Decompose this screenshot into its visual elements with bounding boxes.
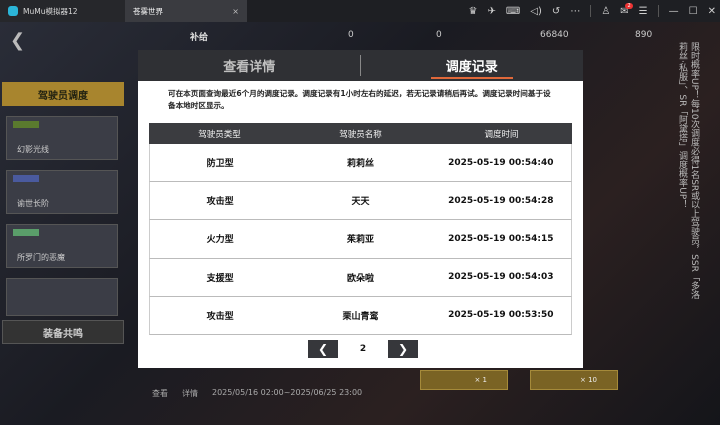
current-page: 2 — [359, 344, 367, 354]
divider — [657, 5, 659, 17]
resource-1: 0 — [348, 30, 354, 40]
table-header: 驾驶员类型 驾驶员名称 调度时间 — [149, 123, 572, 144]
banner-card[interactable] — [6, 278, 118, 316]
back-arrow-icon[interactable]: ❮ — [10, 30, 25, 51]
resource-2: 0 — [436, 30, 442, 40]
header-draw-time: 调度时间 — [484, 129, 519, 140]
crown-icon[interactable]: ♛ — [469, 6, 478, 17]
record-notice: 可在本页面查询最近6个月的调度记录。调度记录有1小时左右的延迟，若无记录请稍后再… — [168, 89, 551, 110]
table-row: 攻击型 天天 2025-05-19 00:54:28 — [149, 182, 572, 221]
close-window-icon[interactable]: ✕ — [708, 6, 716, 17]
tab-mumu-label: MuMu模拟器12 — [23, 6, 78, 16]
table-row: 火力型 茱莉亚 2025-05-19 00:54:15 — [149, 220, 572, 259]
maximize-icon[interactable]: ☐ — [689, 6, 698, 17]
resource-3: 66840 — [540, 30, 569, 40]
notification-badge: 2 — [625, 2, 633, 9]
minimize-icon[interactable]: — — [669, 6, 679, 17]
banner-card[interactable]: 谕世长阶 — [6, 170, 118, 214]
cell-pilot-type: 攻击型 — [206, 311, 234, 322]
single-draw-button[interactable]: × 1 — [420, 370, 508, 390]
cost-10: × 10 — [580, 376, 597, 384]
cell-pilot-name: 欧朵啦 — [346, 273, 374, 284]
cell-draw-time: 2025-05-19 00:54:15 — [448, 233, 554, 244]
detail-button[interactable]: 详情 — [182, 388, 198, 399]
banner-card[interactable]: 所罗门的恶魔 — [6, 224, 118, 268]
user-icon[interactable]: ♙ — [601, 6, 610, 17]
pagination: ❮ 2 ❯ — [308, 340, 418, 358]
banner-card-label: 幻影光线 — [17, 145, 49, 154]
tab-game[interactable]: 苍雾世界 × — [0, 0, 247, 32]
tab-mumu[interactable]: MuMu模拟器12 — [0, 0, 125, 22]
view-button[interactable]: 查看 — [152, 388, 168, 399]
titlebar-controls: ♛ ✈ ⌨ ◁) ↺ ⋯ ♙ ✉ 2 ☰ — ☐ ✕ — [469, 0, 716, 22]
cost-1: × 1 — [474, 376, 487, 384]
cell-draw-time: 2025-05-19 00:54:03 — [448, 272, 554, 283]
rotate-icon[interactable]: ↺ — [552, 6, 560, 17]
cell-pilot-name: 栗山青鸾 — [342, 311, 379, 322]
cell-pilot-name: 天天 — [351, 197, 370, 208]
mumu-logo-icon — [8, 6, 18, 16]
prev-page-button[interactable]: ❮ — [308, 340, 338, 358]
tab-game-label: 苍雾世界 — [133, 6, 163, 16]
emulator-titlebar: MuMu模拟器12 苍雾世界 × ♛ ✈ ⌨ ◁) ↺ ⋯ ♙ ✉ 2 ☰ — ☐… — [0, 0, 720, 32]
cell-pilot-type: 火力型 — [206, 235, 234, 246]
tab-close-icon[interactable]: × — [232, 7, 239, 16]
draw-record-modal: 查看详情 调度记录 可在本页面查询最近6个月的调度记录。调度记录有1小时左右的延… — [138, 50, 583, 368]
header-pilot-name: 驾驶员名称 — [339, 129, 382, 140]
resource-4: 890 — [635, 30, 653, 40]
cell-pilot-name: 茱莉亚 — [346, 235, 374, 246]
cell-draw-time: 2025-05-19 00:53:50 — [448, 310, 554, 321]
supply-label: 补给 — [190, 33, 209, 43]
cell-draw-time: 2025-05-19 00:54:28 — [448, 195, 554, 206]
banner-card-label: 谕世长阶 — [17, 199, 49, 208]
tab-divider — [360, 55, 361, 76]
resonance-button[interactable]: 装备共鸣 — [2, 320, 124, 344]
next-page-button[interactable]: ❯ — [387, 340, 418, 358]
event-dates: 2025/05/16 02:00~2025/06/25 23:00 — [212, 388, 363, 397]
banner-card[interactable]: 幻影光线 — [6, 116, 118, 160]
cell-draw-time: 2025-05-19 00:54:40 — [448, 157, 554, 168]
bottom-bar: 查看 详情 2025/05/16 02:00~2025/06/25 23:00 — [152, 388, 362, 399]
table-row: 支援型 欧朵啦 2025-05-19 00:54:03 — [149, 258, 572, 297]
menu-icon[interactable]: ☰ — [639, 6, 648, 17]
promo-vertical-text: 限时概率UP！每10次调度必得1名SR或以上驾驶员，SSR「多洛莉丝·私服」、S… — [677, 42, 699, 299]
chevron-left-icon: ❮ — [317, 342, 329, 356]
cell-pilot-name: 莉莉丝 — [346, 159, 374, 170]
record-table: 驾驶员类型 驾驶员名称 调度时间 防卫型 莉莉丝 2025-05-19 00:5… — [149, 123, 572, 335]
table-row: 攻击型 栗山青鸾 2025-05-19 00:53:50 — [149, 296, 572, 335]
volume-icon[interactable]: ◁) — [530, 6, 542, 17]
cell-pilot-type: 防卫型 — [206, 159, 234, 170]
ten-draw-button[interactable]: × 10 — [530, 370, 618, 390]
chevron-right-icon: ❯ — [397, 342, 409, 356]
sidebar-title: 驾驶员调度 — [2, 82, 124, 106]
header-pilot-type: 驾驶员类型 — [198, 129, 241, 140]
banner-card-label: 所罗门的恶魔 — [17, 253, 65, 262]
more-icon[interactable]: ⋯ — [570, 6, 580, 17]
cell-pilot-type: 攻击型 — [206, 197, 234, 208]
cell-pilot-type: 支援型 — [206, 273, 234, 284]
divider — [590, 5, 592, 17]
tab-draw-records[interactable]: 调度记录 — [361, 50, 584, 81]
table-row: 防卫型 莉莉丝 2025-05-19 00:54:40 — [149, 144, 572, 183]
mail-icon[interactable]: ✉ 2 — [620, 2, 633, 17]
gamepad-icon[interactable]: ✈ — [488, 6, 496, 17]
keyboard-icon[interactable]: ⌨ — [506, 6, 520, 17]
tab-view-details[interactable]: 查看详情 — [138, 50, 361, 81]
